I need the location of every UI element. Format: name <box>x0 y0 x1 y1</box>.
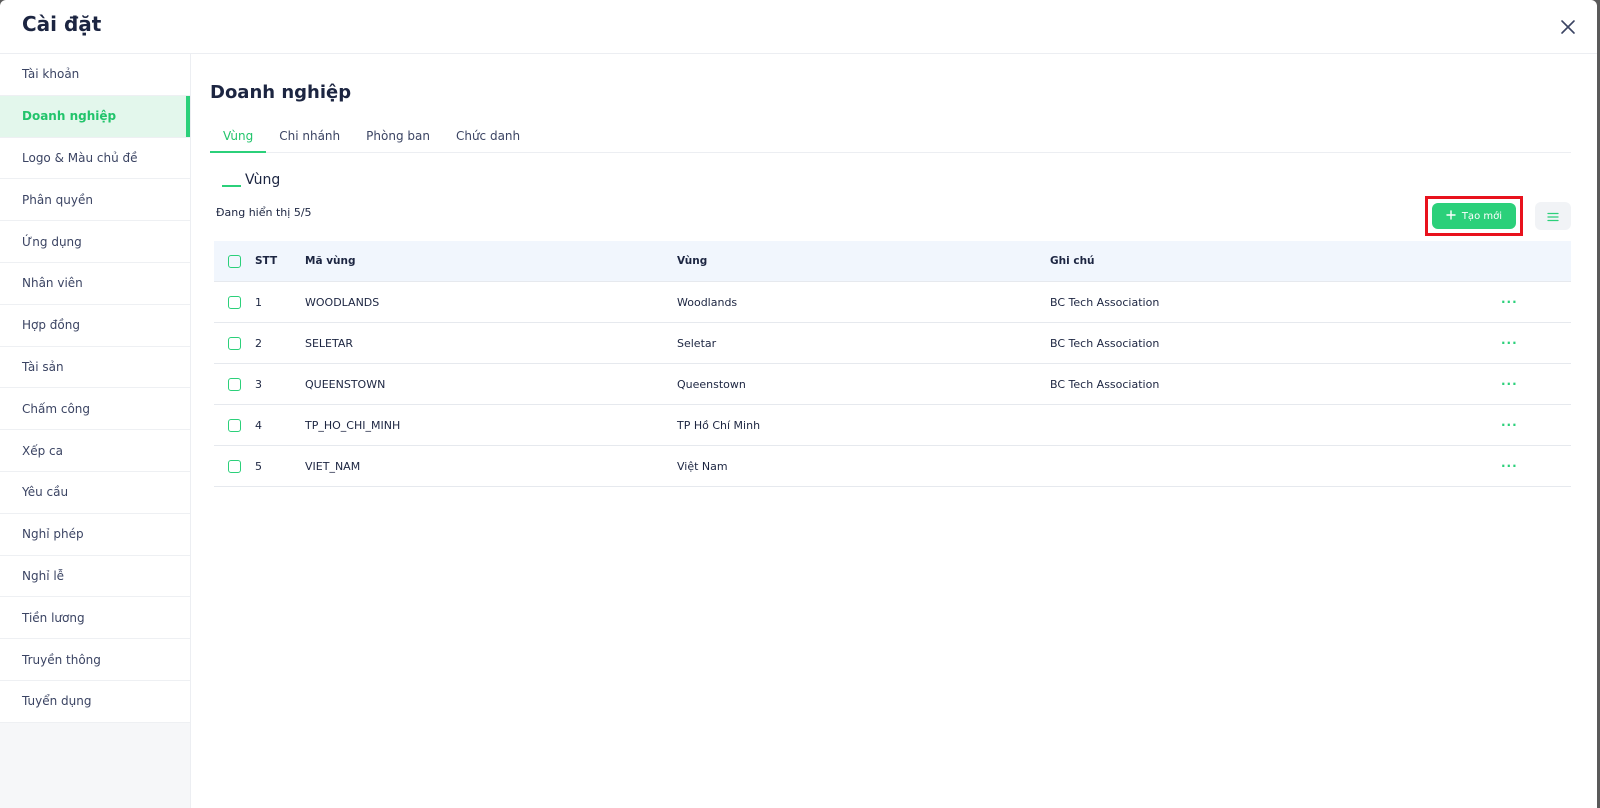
sidebar-item[interactable]: Hợp đồng <box>0 305 190 347</box>
section-accent-bar <box>222 185 241 187</box>
page-title: Doanh nghiệp <box>210 82 352 103</box>
row-actions-button[interactable]: ··· <box>1501 295 1571 309</box>
table-row[interactable]: 4 TP_HO_CHI_MINH TP Hồ Chí Minh ··· <box>214 405 1571 446</box>
modal-title: Cài đặt <box>22 12 102 36</box>
row-checkbox[interactable] <box>228 295 241 309</box>
select-all-checkbox[interactable] <box>228 254 241 268</box>
sidebar-item[interactable]: Nhân viên <box>0 263 190 305</box>
main-content: Doanh nghiệp Vùng Chi nhánh Phòng ban Chức … <box>191 54 1597 808</box>
header-note: Ghi chú <box>1050 255 1095 267</box>
sidebar-item[interactable]: Xếp ca <box>0 430 190 472</box>
create-new-label: Tạo mới <box>1461 210 1502 222</box>
row-actions-button[interactable]: ··· <box>1501 459 1571 473</box>
tab-item[interactable]: Chi nhánh <box>266 121 353 153</box>
create-new-button[interactable]: Tạo mới <box>1431 203 1516 229</box>
row-actions-button[interactable]: ··· <box>1501 377 1571 391</box>
column-menu-button[interactable] <box>1535 202 1571 230</box>
close-icon[interactable] <box>1557 16 1579 38</box>
tab-item[interactable]: Phòng ban <box>353 121 443 153</box>
sidebar-list: Tài khoản Doanh nghiệp Logo & Màu chủ đề Ph… <box>0 54 190 723</box>
sidebar-item[interactable]: Nghỉ lễ <box>0 556 190 598</box>
tab-bar: Vùng Chi nhánh Phòng ban Chức danh <box>210 121 1571 153</box>
sidebar-item[interactable]: Logo & Màu chủ đề <box>0 138 190 180</box>
sidebar-item[interactable]: Phân quyền <box>0 179 190 222</box>
cell-region: Woodlands <box>677 295 738 309</box>
cell-note: BC Tech Association <box>1050 295 1160 309</box>
table-row[interactable]: 5 VIET_NAM Việt Nam ··· <box>214 446 1571 487</box>
sidebar-item[interactable]: Truyền thông <box>0 639 190 681</box>
row-actions-button[interactable]: ··· <box>1501 418 1571 432</box>
cell-code: WOODLANDS <box>305 295 380 309</box>
row-checkbox[interactable] <box>228 336 241 350</box>
table-body: 1 WOODLANDS Woodlands BC Tech Association ··… <box>214 282 1571 487</box>
header-code: Mã vùng <box>305 255 356 267</box>
section-title: Vùng <box>222 172 280 188</box>
sidebar-item[interactable]: Yêu cầu <box>0 472 190 514</box>
record-count: Đang hiển thị 5/5 <box>216 206 312 219</box>
highlight-box: Tạo mới <box>1424 196 1523 236</box>
cell-note: BC Tech Association <box>1050 377 1160 391</box>
row-select-cell <box>214 459 255 473</box>
sidebar-item[interactable]: Nghỉ phép <box>0 514 190 556</box>
select-all-cell <box>214 254 255 268</box>
settings-modal: Cài đặt Tài khoản Doanh nghiệp Logo & Màu … <box>0 0 1597 808</box>
menu-icon <box>1547 207 1559 226</box>
cell-note: BC Tech Association <box>1050 336 1160 350</box>
row-select-cell <box>214 295 255 309</box>
tab-item[interactable]: Vùng <box>210 121 267 153</box>
row-checkbox[interactable] <box>228 418 241 432</box>
row-select-cell <box>214 377 255 391</box>
cell-stt: 5 <box>255 459 262 473</box>
row-checkbox[interactable] <box>228 459 241 473</box>
cell-region: TP Hồ Chí Minh <box>677 418 761 432</box>
cell-code: QUEENSTOWN <box>305 377 386 391</box>
row-select-cell <box>214 418 255 432</box>
cell-stt: 2 <box>255 336 262 350</box>
row-actions-button[interactable]: ··· <box>1501 336 1571 350</box>
cell-stt: 1 <box>255 295 262 309</box>
table-header-row: STT Mã vùng Vùng Ghi chú <box>214 241 1571 282</box>
row-checkbox[interactable] <box>228 377 241 391</box>
cell-code: TP_HO_CHI_MINH <box>305 418 401 432</box>
region-table: STT Mã vùng Vùng Ghi chú 1 WOODLANDS Woodl… <box>214 241 1571 487</box>
cell-region: Việt Nam <box>677 459 728 473</box>
cell-region: Seletar <box>677 336 717 350</box>
sidebar-item[interactable]: Tài sản <box>0 347 190 389</box>
table-row[interactable]: 1 WOODLANDS Woodlands BC Tech Association ··… <box>214 282 1571 323</box>
cell-code: SELETAR <box>305 336 354 350</box>
cell-region: Queenstown <box>677 377 746 391</box>
table-toolbar: Tạo mới <box>1424 196 1571 236</box>
tab-item[interactable]: Chức danh <box>443 121 533 153</box>
cell-code: VIET_NAM <box>305 459 361 473</box>
section-title-text: Vùng <box>245 172 281 188</box>
cell-stt: 3 <box>255 377 262 391</box>
sidebar-item[interactable]: Tiền lương <box>0 597 190 640</box>
cell-stt: 4 <box>255 418 262 432</box>
sidebar-item[interactable]: Tài khoản <box>0 54 190 96</box>
header-region: Vùng <box>677 255 708 267</box>
settings-sidebar: Tài khoản Doanh nghiệp Logo & Màu chủ đề Ph… <box>0 54 191 808</box>
header-stt: STT <box>255 255 278 267</box>
sidebar-item[interactable]: Doanh nghiệp <box>0 95 190 138</box>
table-row[interactable]: 2 SELETAR Seletar BC Tech Association ··· <box>214 323 1571 364</box>
modal-header: Cài đặt <box>0 0 1597 54</box>
row-select-cell <box>214 336 255 350</box>
plus-icon <box>1446 209 1456 223</box>
sidebar-item[interactable]: Tuyển dụng <box>0 681 190 723</box>
sidebar-item[interactable]: Chấm công <box>0 388 190 431</box>
table-row[interactable]: 3 QUEENSTOWN Queenstown BC Tech Association… <box>214 364 1571 405</box>
sidebar-item[interactable]: Ứng dụng <box>0 221 190 263</box>
